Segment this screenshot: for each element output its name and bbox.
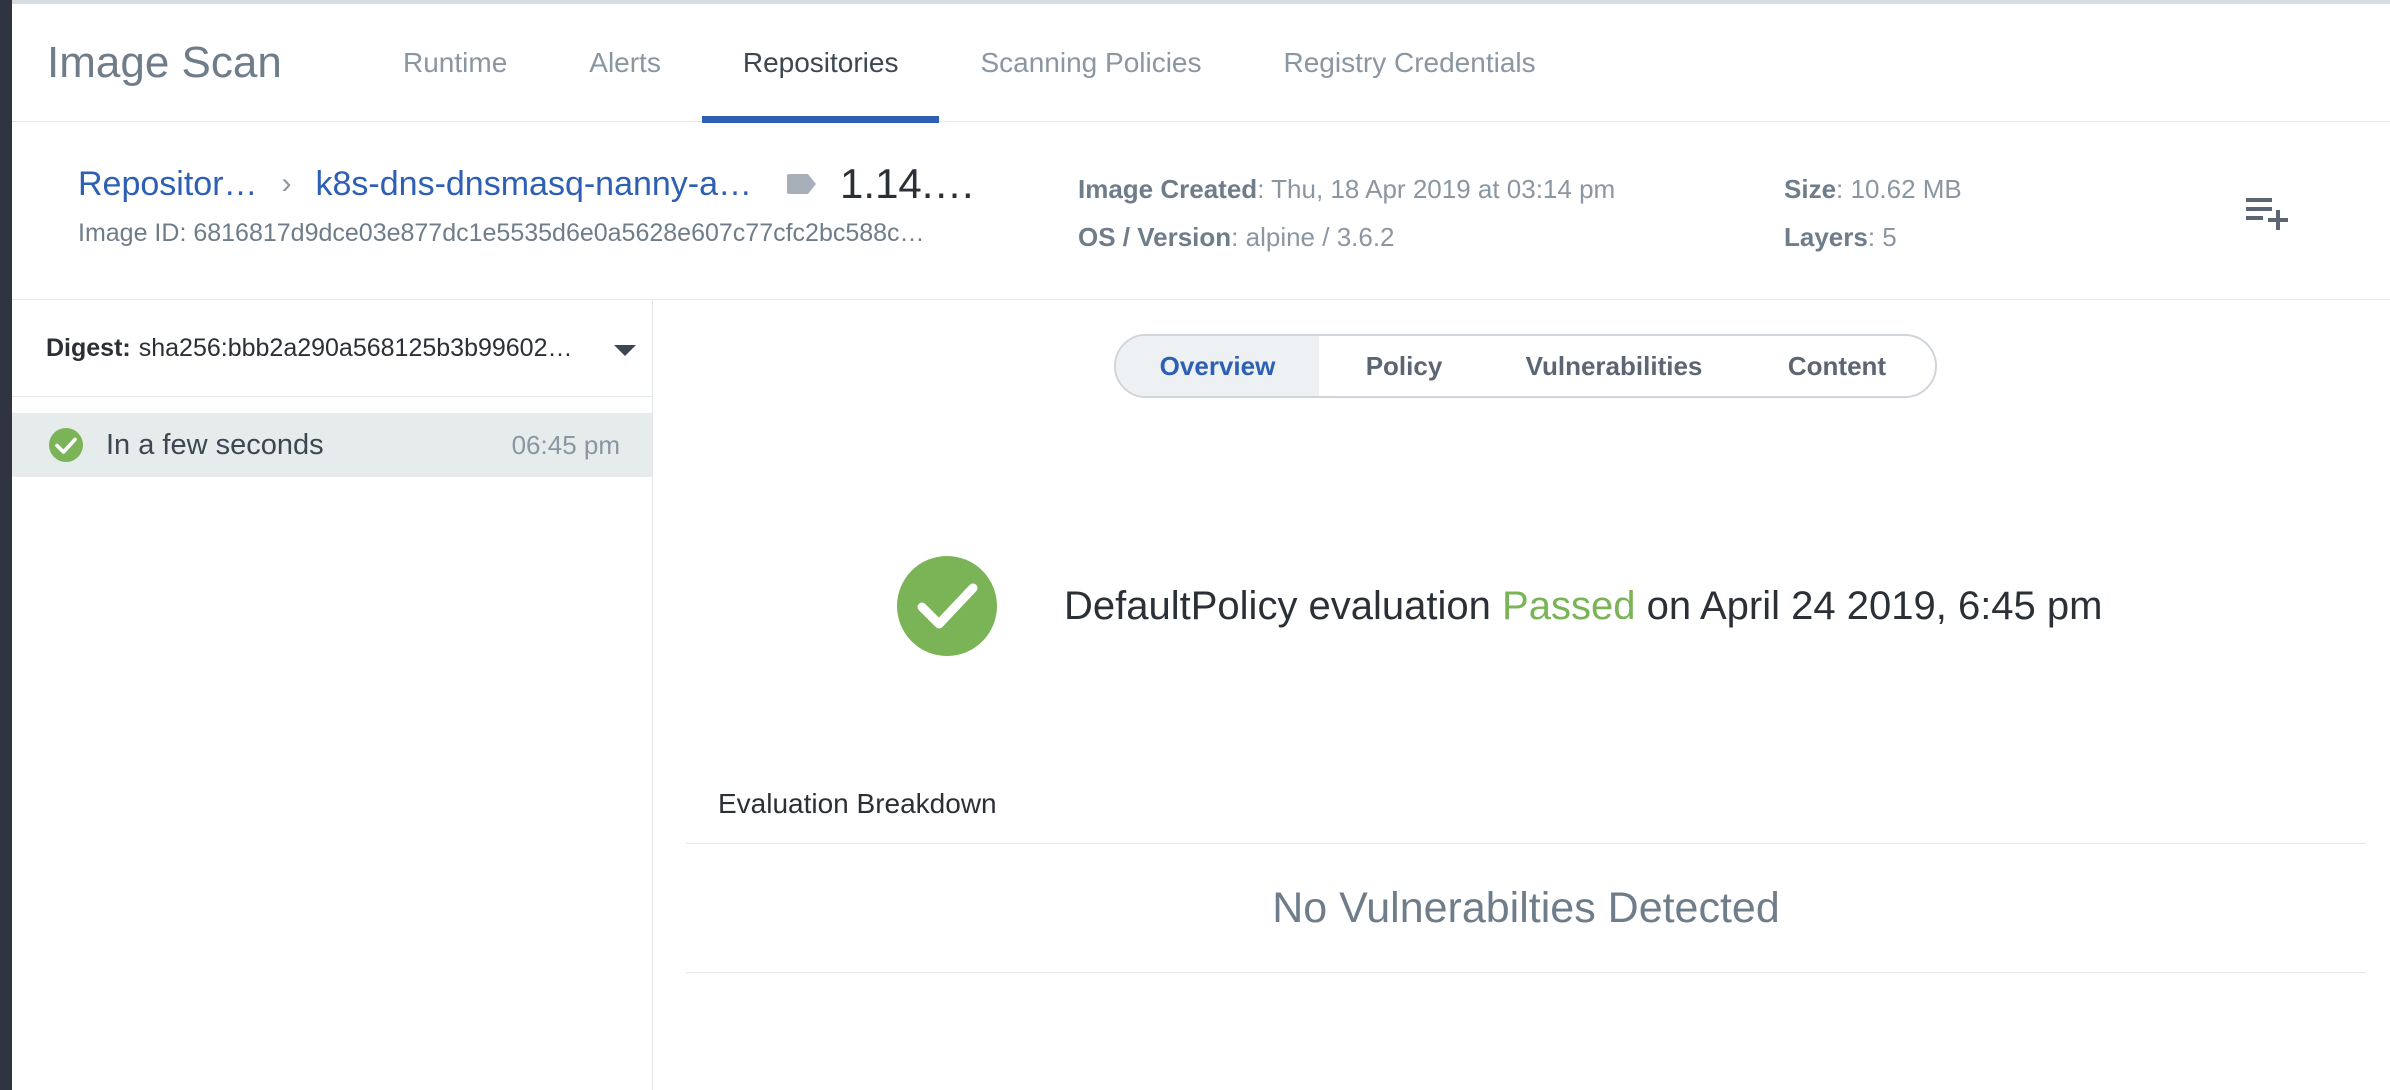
detail-tabs: Overview Policy Vulnerabilities Content (1114, 334, 1937, 398)
image-id-value: 6816817d9dce03e877dc1e5535d6e0a5628e607c… (193, 219, 925, 247)
tab-registry-credentials[interactable]: Registry Credentials (1243, 4, 1577, 122)
evaluation-text: DefaultPolicy evaluation Passed on April… (1064, 584, 2102, 629)
scan-when: In a few seconds (106, 428, 324, 461)
playlist-add-icon[interactable] (2244, 192, 2290, 232)
tab-content[interactable]: Content (1739, 336, 1935, 396)
image-created-label: Image Created (1078, 174, 1258, 204)
os-version: OS / Version: alpine / 3.6.2 (1078, 222, 1395, 252)
caret-down-icon (614, 345, 636, 356)
digest-value: sha256:bbb2a290a568125b3b99602… (138, 334, 573, 362)
digest-label: Digest: (46, 334, 131, 362)
image-size-value: 10.62 MB (1850, 174, 1962, 204)
tab-vulnerabilities[interactable]: Vulnerabilities (1489, 336, 1739, 396)
image-layers-value: 5 (1882, 222, 1897, 252)
evaluation-prefix: DefaultPolicy evaluation (1064, 583, 1491, 628)
image-layers: Layers: 5 (1784, 222, 1897, 252)
digest-selector[interactable]: Digest: sha256:bbb2a290a568125b3b99602… (12, 301, 652, 397)
scan-list-item[interactable]: In a few seconds 06:45 pm (12, 413, 652, 477)
check-circle-icon (49, 428, 83, 462)
image-header: Repositor… › k8s-dns-dnsmasq-nanny-a… 1.… (12, 122, 2390, 300)
image-id: Image ID: 6816817d9dce03e877dc1e5535d6e0… (78, 219, 925, 247)
image-size: Size: 10.62 MB (1784, 174, 1962, 204)
breadcrumb-repository-link[interactable]: k8s-dns-dnsmasq-nanny-a… (316, 165, 753, 204)
evaluation-breakdown-title: Evaluation Breakdown (718, 788, 997, 819)
top-navigation: Image Scan Runtime Alerts Repositories S… (12, 4, 2390, 123)
os-version-value: alpine / 3.6.2 (1245, 222, 1395, 252)
tab-scanning-policies[interactable]: Scanning Policies (939, 4, 1242, 122)
image-size-label: Size (1784, 174, 1837, 204)
breadcrumb: Repositor… › k8s-dns-dnsmasq-nanny-a… 1.… (78, 158, 975, 210)
app-title: Image Scan (47, 37, 282, 87)
tab-overview[interactable]: Overview (1116, 336, 1319, 396)
evaluation-suffix: on April 24 2019, 6:45 pm (1646, 583, 2103, 628)
image-id-label: Image ID (78, 219, 180, 247)
os-version-label: OS / Version (1078, 222, 1232, 252)
image-layers-label: Layers (1784, 222, 1868, 252)
evaluation-status: Passed (1502, 583, 1636, 628)
scan-time: 06:45 pm (511, 429, 620, 460)
left-rail (0, 0, 12, 1090)
chevron-right-icon: › (281, 167, 292, 200)
scan-history-panel: Digest: sha256:bbb2a290a568125b3b99602… … (12, 301, 653, 1090)
tab-alerts[interactable]: Alerts (548, 4, 702, 122)
empty-state-message: No Vulnerabilties Detected (1272, 883, 1780, 932)
tab-repositories[interactable]: Repositories (701, 4, 940, 123)
breadcrumb-repositories-link[interactable]: Repositor… (78, 165, 258, 204)
tag-icon (787, 174, 817, 194)
image-created-value: Thu, 18 Apr 2019 at 03:14 pm (1271, 174, 1616, 204)
check-circle-icon (897, 556, 997, 656)
evaluation-breakdown: No Vulnerabilties Detected (686, 843, 2366, 973)
image-tag: 1.14.… (840, 160, 976, 207)
image-created: Image Created: Thu, 18 Apr 2019 at 03:14… (1078, 174, 1616, 204)
tab-policy[interactable]: Policy (1319, 336, 1489, 396)
tab-runtime[interactable]: Runtime (362, 4, 548, 122)
evaluation-result: DefaultPolicy evaluation Passed on April… (896, 555, 2102, 657)
